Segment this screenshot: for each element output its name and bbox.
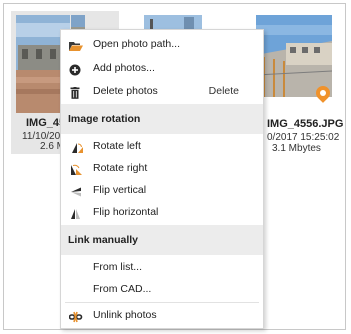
section-header-link-manually: Link manually — [61, 225, 263, 255]
from-list-label: From list... — [93, 261, 142, 273]
unlink-icon — [68, 309, 83, 323]
rotate-left-label: Rotate left — [93, 140, 141, 152]
add-photos-label: Add photos... — [93, 62, 155, 74]
menu-item-from-cad[interactable]: From CAD... — [61, 278, 263, 300]
plus-circle-icon — [69, 62, 83, 76]
delete-photos-label: Delete photos — [93, 85, 158, 97]
menu-item-add-photos[interactable]: Add photos... — [61, 57, 263, 79]
link-manually-label: Link manually — [68, 234, 139, 246]
menu-item-unlink-photos[interactable]: Unlink photos — [61, 304, 263, 326]
delete-shortcut-label: Delete — [208, 85, 239, 97]
photo-name-3: IMG_4556.JPG — [267, 118, 344, 130]
folder-open-icon — [69, 38, 83, 51]
unlink-photos-label: Unlink photos — [93, 309, 157, 321]
menu-divider — [65, 302, 259, 303]
from-cad-label: From CAD... — [93, 283, 152, 295]
photo-thumbnail-3 — [256, 15, 332, 97]
photo-date-3: 0/2017 15:25:02 — [267, 132, 340, 143]
flip-vertical-icon — [69, 184, 83, 197]
context-menu: Open photo path... Add photos... Delete … — [60, 29, 264, 329]
image-rotation-label: Image rotation — [68, 113, 141, 125]
menu-item-flip-vertical[interactable]: Flip vertical — [61, 179, 263, 201]
menu-item-flip-horizontal[interactable]: Flip horizontal — [61, 201, 263, 223]
menu-item-rotate-right[interactable]: Rotate right — [61, 157, 263, 179]
trash-icon — [69, 85, 83, 99]
menu-item-open-photo-path[interactable]: Open photo path... — [61, 33, 263, 55]
rotate-right-icon — [69, 162, 83, 175]
menu-item-delete-photos[interactable]: Delete photos Delete — [61, 80, 263, 102]
section-header-image-rotation: Image rotation — [61, 104, 263, 134]
menu-item-from-list[interactable]: From list... — [61, 256, 263, 278]
flip-vertical-label: Flip vertical — [93, 184, 147, 196]
rotate-left-icon — [69, 140, 83, 153]
menu-item-rotate-left[interactable]: Rotate left — [61, 135, 263, 157]
flip-horizontal-icon — [69, 206, 83, 219]
rotate-right-label: Rotate right — [93, 162, 148, 174]
photo-size-3: 3.1 Mbytes — [272, 143, 321, 154]
open-photo-path-label: Open photo path... — [93, 38, 180, 50]
flip-horizontal-label: Flip horizontal — [93, 206, 159, 218]
